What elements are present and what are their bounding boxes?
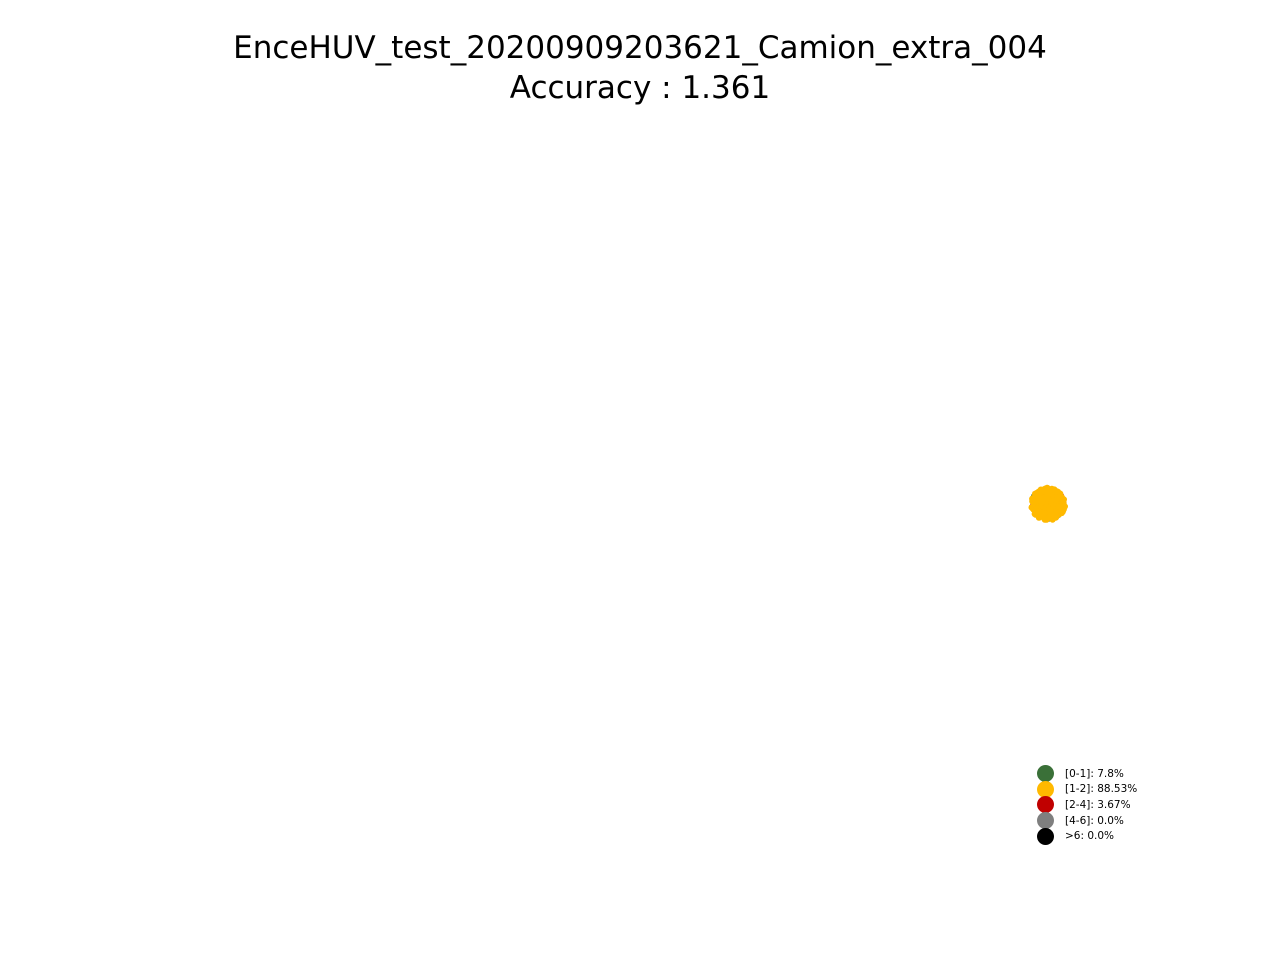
legend-label: [2-4]: 3.67% [1065, 798, 1131, 811]
legend-item: [4-6]: 0.0% [1034, 812, 1154, 830]
legend: [0-1]: 7.8% [1-2]: 88.53% [2-4]: 3.67% [… [1034, 765, 1154, 845]
legend-marker [1037, 765, 1054, 783]
legend-item: [1-2]: 88.53% [1034, 780, 1154, 798]
point-cluster [1028, 484, 1069, 523]
data-point [1058, 494, 1066, 502]
data-point [1043, 484, 1051, 492]
legend-marker [1037, 780, 1054, 798]
data-point [1036, 489, 1043, 497]
legend-item: [0-1]: 7.8% [1034, 765, 1154, 783]
data-point [1058, 509, 1066, 516]
legend-label: [0-1]: 7.8% [1065, 767, 1124, 780]
legend-marker [1037, 812, 1054, 830]
legend-item: >6: 0.0% [1034, 827, 1154, 845]
legend-marker [1037, 827, 1054, 845]
data-point [1033, 498, 1040, 505]
legend-marker [1037, 796, 1054, 814]
legend-label: [4-6]: 0.0% [1065, 814, 1124, 827]
data-point [1052, 488, 1060, 495]
data-point [1039, 511, 1047, 518]
data-point [1055, 503, 1063, 510]
legend-item: [2-4]: 3.67% [1034, 796, 1154, 814]
data-point [1038, 499, 1046, 506]
legend-label: >6: 0.0% [1065, 830, 1115, 843]
legend-label: [1-2]: 88.53% [1065, 783, 1138, 796]
data-point [1047, 506, 1054, 514]
